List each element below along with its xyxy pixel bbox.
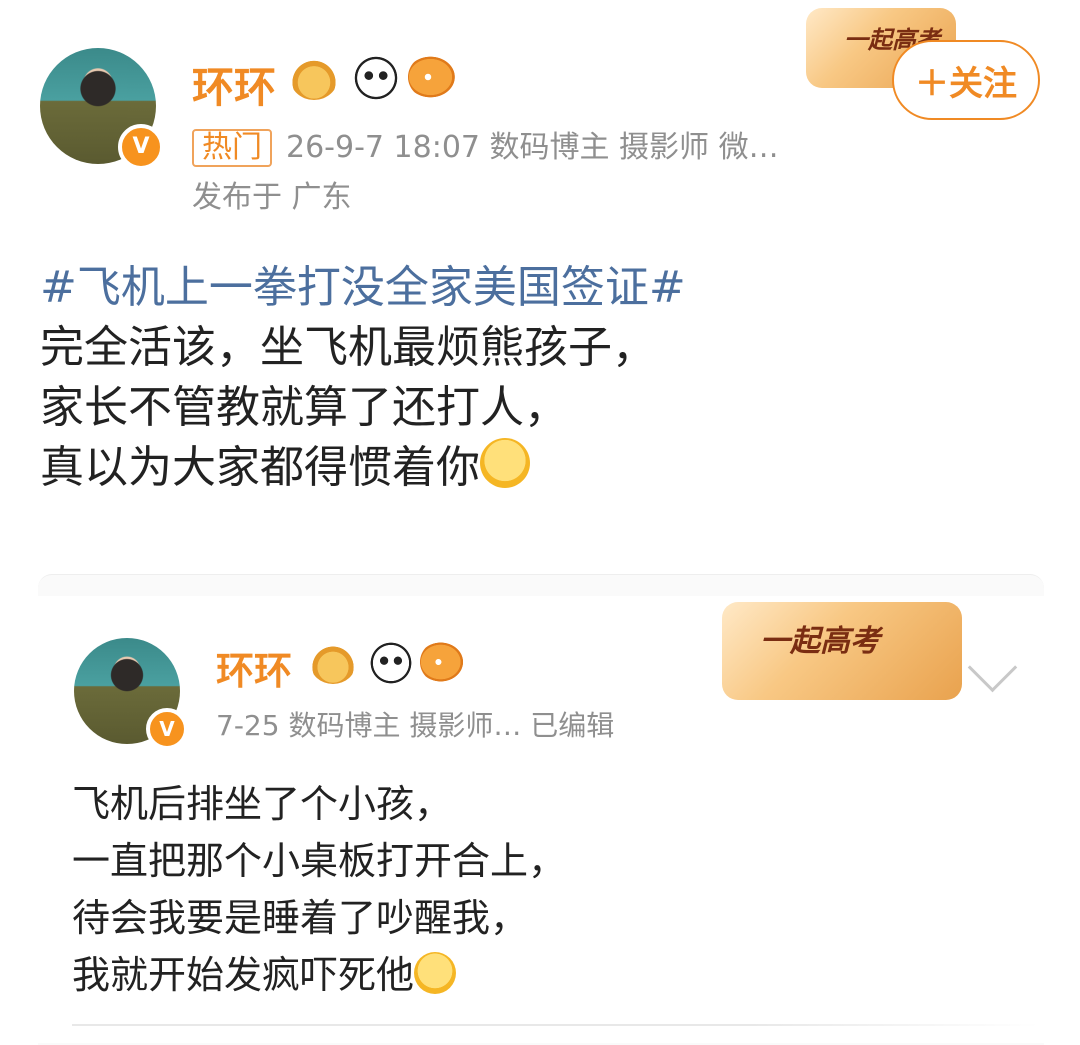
quoted-verified-badge-icon: V xyxy=(146,708,188,750)
hot-tag: 热门 xyxy=(192,129,272,167)
quoted-line: 一直把那个小桌板打开合上， xyxy=(72,839,567,883)
quoted-event-banner[interactable]: 一起高考 xyxy=(722,602,962,700)
crown-badge-icon xyxy=(290,56,338,100)
hashtag-link[interactable]: #飞机上一拳打没全家美国签证# xyxy=(40,258,1040,318)
verified-badge-icon: V xyxy=(118,124,164,170)
post-line: 家长不管教就算了还打人， xyxy=(40,382,568,433)
post-meta-line: 26-9-7 18:07 数码博主 摄影师 微… xyxy=(286,130,779,165)
quoted-line: 待会我要是睡着了吵醒我， xyxy=(72,896,529,940)
panda-badge-icon xyxy=(368,640,414,686)
crown-badge-icon xyxy=(310,642,356,684)
post-meta: 热门 26-9-7 18:07 数码博主 摄影师 微… xyxy=(192,122,779,167)
quoted-line-text: 我就开始发疯吓死他 xyxy=(72,953,415,997)
fish-badge-icon xyxy=(408,54,458,100)
quoted-post-body: 飞机后排坐了个小孩， 一直把那个小桌板打开合上， 待会我要是睡着了吵醒我， 我就… xyxy=(72,776,972,1004)
follow-button[interactable]: ＋关注 xyxy=(892,40,1040,120)
quoted-line: 我就开始发疯吓死他 xyxy=(72,947,972,1004)
quoted-author-name[interactable]: 环环 xyxy=(216,640,292,695)
post-body: #飞机上一拳打没全家美国签证# 完全活该，坐飞机最烦熊孩子， 家长不管教就算了还… xyxy=(40,258,1040,498)
post-line-text: 真以为大家都得惯着你 xyxy=(40,442,480,493)
quoted-line: 飞机后排坐了个小孩， xyxy=(72,782,453,826)
author-name[interactable]: 环环 xyxy=(192,54,276,115)
smile-emoji-icon xyxy=(414,952,457,994)
post-line: 真以为大家都得惯着你 xyxy=(40,438,1040,498)
fish-badge-icon xyxy=(420,640,466,684)
smirk-emoji-icon xyxy=(480,438,530,488)
panda-badge-icon xyxy=(352,54,400,102)
post-line: 完全活该，坐飞机最烦熊孩子， xyxy=(40,322,656,373)
post-location: 发布于 广东 xyxy=(192,180,352,215)
divider xyxy=(72,1024,1040,1026)
quoted-post-meta: 7-25 数码博主 摄影师… 已编辑 xyxy=(216,709,615,742)
quoted-event-banner-label: 一起高考 xyxy=(760,624,880,659)
